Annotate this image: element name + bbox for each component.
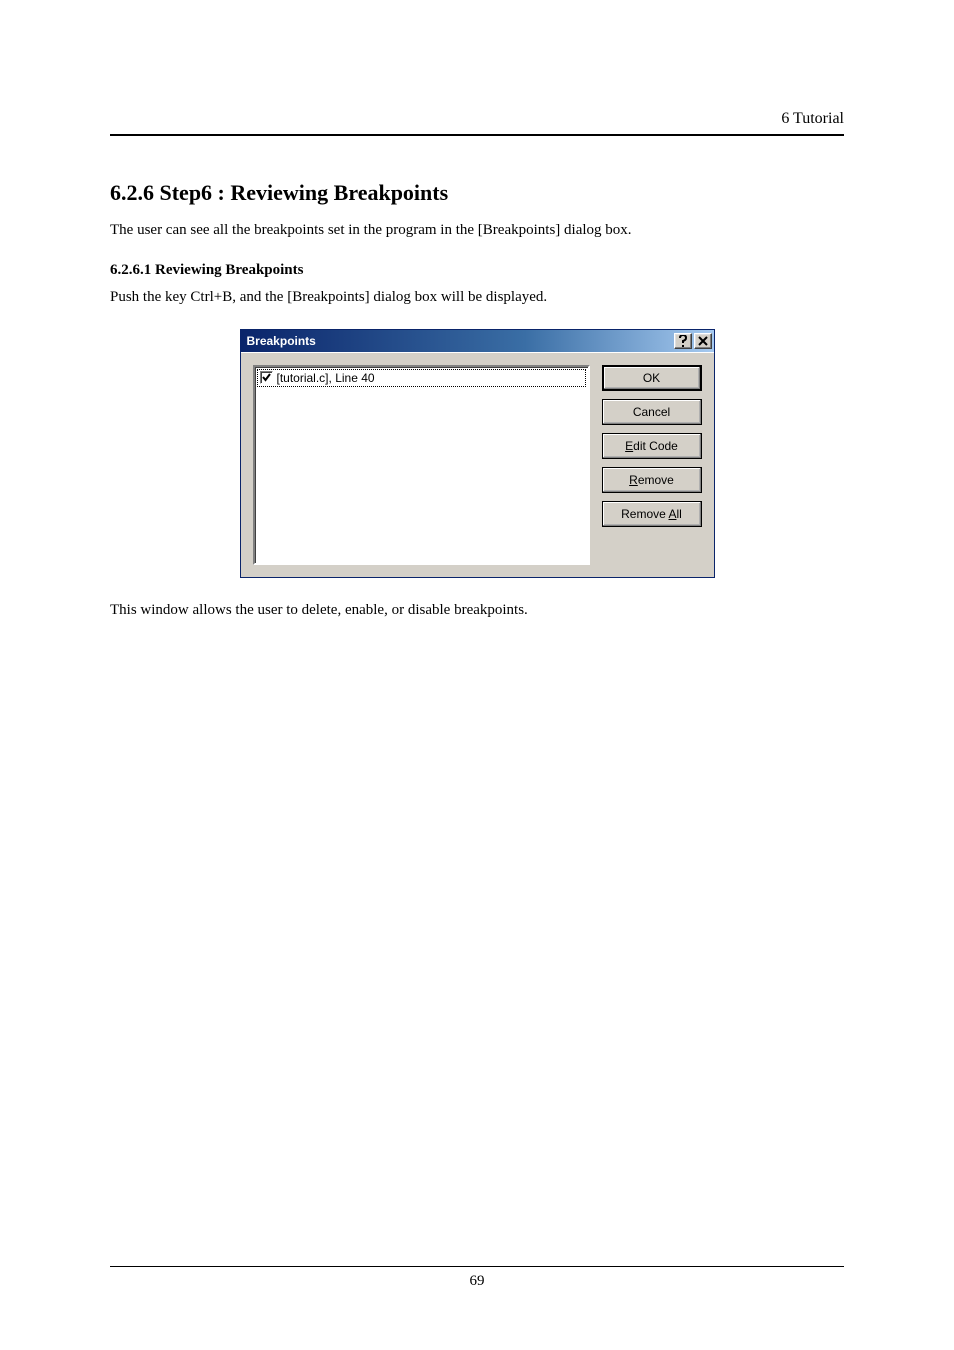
page-number: 69 — [110, 1273, 844, 1290]
remove-all-button-label: Remove All — [621, 507, 682, 521]
breakpoints-listbox[interactable]: [tutorial.c], Line 40 — [253, 365, 590, 565]
page-header-right: 6 Tutorial — [781, 110, 844, 128]
breakpoints-dialog: Breakpoints — [240, 329, 715, 578]
remove-button[interactable]: Remove — [602, 467, 702, 493]
check-icon — [262, 373, 271, 382]
close-button[interactable] — [694, 333, 712, 349]
breakpoint-checkbox[interactable] — [260, 371, 273, 384]
paragraph-1: The user can see all the breakpoints set… — [110, 220, 844, 242]
help-icon — [678, 335, 688, 347]
dialog-titlebar[interactable]: Breakpoints — [241, 330, 714, 352]
footer-rule — [110, 1266, 844, 1267]
ok-button-label: OK — [643, 371, 660, 385]
paragraph-3: This window allows the user to delete, e… — [110, 600, 844, 622]
breakpoint-item-label: [tutorial.c], Line 40 — [277, 371, 375, 385]
edit-code-button-label: Edit Code — [625, 439, 678, 453]
ok-button[interactable]: OK — [602, 365, 702, 391]
dialog-title: Breakpoints — [247, 334, 316, 348]
remove-button-label: Remove — [629, 473, 674, 487]
breakpoint-list-item[interactable]: [tutorial.c], Line 40 — [257, 369, 586, 387]
section-heading: 6.2.6 Step6 : Reviewing Breakpoints — [110, 180, 844, 206]
header-rule — [110, 134, 844, 136]
paragraph-2: Push the key Ctrl+B, and the [Breakpoint… — [110, 287, 844, 309]
edit-code-button[interactable]: Edit Code — [602, 433, 702, 459]
help-button[interactable] — [674, 333, 692, 349]
close-icon — [698, 336, 708, 346]
remove-all-button[interactable]: Remove All — [602, 501, 702, 527]
subsection-heading: 6.2.6.1 Reviewing Breakpoints — [110, 262, 844, 279]
cancel-button[interactable]: Cancel — [602, 399, 702, 425]
cancel-button-label: Cancel — [633, 405, 670, 419]
